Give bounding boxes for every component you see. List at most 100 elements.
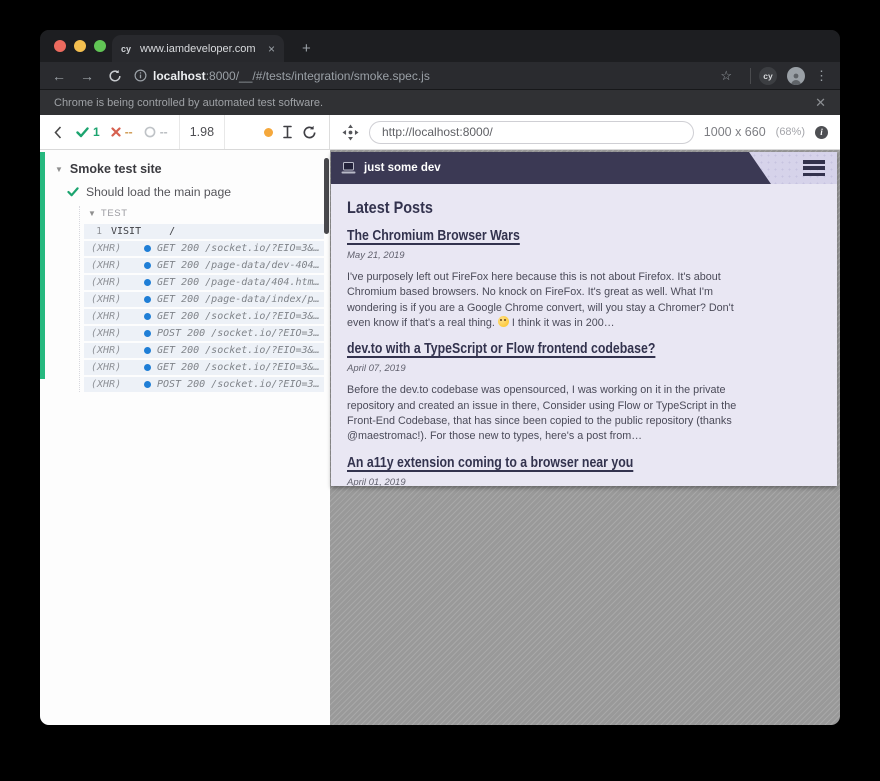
tab-close-icon[interactable]: × [262, 42, 275, 56]
command-row[interactable]: (XHR)GET 200 /socket.io/?EIO=3&… [84, 241, 324, 256]
command-row[interactable]: (XHR)GET 200 /page-data/dev-404… [84, 258, 324, 273]
suite-caret-icon[interactable]: ▼ [55, 165, 63, 174]
stat-passed[interactable]: 1 [76, 125, 100, 139]
article: The Chromium Browser Wars May 21, 2019 I'v… [347, 228, 749, 331]
app-url-field[interactable]: http://localhost:8000/ [369, 121, 694, 144]
test-row[interactable]: Should load the main page [67, 180, 324, 204]
command-message: POST 200 /socket.io/?EIO=3… [157, 328, 320, 339]
page-info-icon[interactable] [134, 69, 147, 82]
command-message: / [169, 226, 175, 237]
failed-count: -- [125, 125, 133, 139]
reporter-scrollbar[interactable] [324, 158, 329, 234]
page-title: Latest Posts [347, 198, 821, 218]
app-header-banner: just some dev [331, 152, 771, 184]
command-message: GET 200 /socket.io/?EIO=3&… [157, 345, 320, 356]
xhr-badge: (XHR) [91, 277, 126, 288]
test-duration: 1.98 [179, 115, 225, 149]
stat-failed[interactable]: -- [111, 125, 133, 139]
command-method: VISIT [111, 226, 141, 237]
viewport-info-icon[interactable]: i [815, 126, 828, 139]
xhr-dot-icon [144, 296, 151, 303]
chrome-menu-icon[interactable]: ⋮ [815, 68, 828, 84]
viewport-scale: (68%) [776, 126, 805, 138]
reporter-panel: ▼ Smoke test site Should load the main p… [40, 150, 330, 725]
traffic-lights [54, 40, 106, 52]
runner-header: 1 -- -- 1.98 [40, 115, 840, 150]
command-message: GET 200 /page-data/404.htm… [157, 277, 320, 288]
stat-pending[interactable]: -- [144, 125, 168, 139]
x-icon [111, 127, 121, 137]
automation-banner: Chrome is being controlled by automated … [40, 89, 840, 115]
article-excerpt: Before the dev.to codebase was opensourc… [347, 383, 749, 444]
article-excerpt: I've purposely left out FireFox here bec… [347, 270, 749, 331]
selector-playground-icon[interactable] [342, 124, 359, 141]
chrome-toolbar: ← → localhost:8000/__/#/tests/integratio… [40, 62, 840, 89]
app-header: just some dev [331, 152, 837, 184]
article-title-link[interactable]: dev.to with a TypeScript or Flow fronten… [347, 341, 749, 357]
command-row[interactable]: (XHR)POST 200 /socket.io/?EIO=3… [84, 326, 324, 341]
runner-content: ▼ Smoke test site Should load the main p… [40, 150, 840, 725]
forward-icon[interactable]: → [80, 69, 94, 83]
command-row[interactable]: (XHR)GET 200 /socket.io/?EIO=3&… [84, 343, 324, 358]
article-title-text: The Chromium Browser Wars [347, 228, 520, 244]
article-title-text: dev.to with a TypeScript or Flow fronten… [347, 341, 655, 357]
circle-icon [144, 126, 156, 138]
back-icon[interactable]: ← [52, 69, 66, 83]
xhr-badge: (XHR) [91, 243, 126, 254]
smiley-emoji-icon [498, 316, 509, 327]
auto-scroll-icon[interactable] [283, 125, 292, 139]
minimize-window-button[interactable] [74, 40, 86, 52]
reload-icon[interactable] [108, 69, 122, 83]
command-message: GET 200 /socket.io/?EIO=3&… [157, 362, 320, 373]
article: dev.to with a TypeScript or Flow fronten… [347, 341, 749, 444]
browser-tab[interactable]: cy www.iamdeveloper.com × [112, 35, 284, 62]
article-date: May 21, 2019 [347, 250, 749, 261]
command-row[interactable]: (XHR)POST 200 /socket.io/?EIO=3… [84, 377, 324, 392]
xhr-badge: (XHR) [91, 311, 126, 322]
new-tab-button[interactable]: + [296, 38, 317, 59]
command-message: GET 200 /page-data/index/p… [157, 294, 320, 305]
hamburger-menu-icon[interactable] [803, 160, 825, 179]
viewport-size: 1000 x 660 [704, 125, 766, 139]
banner-close-icon[interactable]: ✕ [815, 95, 826, 111]
url-path: :8000/__/#/tests/integration/smoke.spec.… [206, 69, 430, 83]
command-log: 1 VISIT / (XHR) GET 200 /socket.io/?EIO=3&… (… [84, 224, 324, 392]
close-window-button[interactable] [54, 40, 66, 52]
command-row[interactable]: (XHR)GET 200 /socket.io/?EIO=3&… [84, 360, 324, 375]
address-bar[interactable]: localhost:8000/__/#/tests/integration/sm… [153, 69, 430, 83]
article-title-text: An a11y extension coming to a browser ne… [347, 455, 633, 471]
collapse-reporter-icon[interactable] [54, 126, 62, 139]
cypress-extension-icon[interactable]: cy [759, 67, 777, 85]
preview-pane: just some dev Latest Posts The Chromium … [330, 150, 840, 725]
profile-avatar[interactable] [787, 67, 805, 85]
bookmark-star-icon[interactable]: ☆ [720, 68, 732, 84]
attempt-caret-icon[interactable]: ▼ [88, 209, 96, 218]
command-number: 1 [84, 226, 102, 237]
site-brand[interactable]: just some dev [364, 162, 441, 174]
screenshot-stage: cy www.iamdeveloper.com × + ← → localhos… [0, 0, 880, 781]
suite-row[interactable]: ▼ Smoke test site [55, 158, 324, 180]
zoom-window-button[interactable] [94, 40, 106, 52]
article-title-link[interactable]: The Chromium Browser Wars [347, 228, 749, 244]
reporter-header: 1 -- -- 1.98 [40, 115, 330, 149]
automation-banner-text: Chrome is being controlled by automated … [54, 97, 815, 109]
browser-window: cy www.iamdeveloper.com × + ← → localhos… [40, 30, 840, 725]
command-message: POST 200 /socket.io/?EIO=3… [157, 379, 320, 390]
restart-tests-icon[interactable] [302, 125, 317, 140]
xhr-dot-icon [144, 279, 151, 286]
command-row[interactable]: (XHR) GET 200 /socket.io/?EIO=3&… [84, 309, 324, 324]
xhr-dot-icon [144, 313, 151, 320]
test-title: Should load the main page [86, 185, 231, 199]
command-row[interactable]: (XHR)GET 200 /page-data/index/p… [84, 292, 324, 307]
window-titlebar: cy www.iamdeveloper.com × + [40, 30, 840, 62]
xhr-dot-icon [144, 262, 151, 269]
article-title-link[interactable]: An a11y extension coming to a browser ne… [347, 455, 749, 471]
command-row[interactable]: 1 VISIT / [84, 224, 324, 239]
command-message: GET 200 /socket.io/?EIO=3&… [157, 311, 320, 322]
attempt-label: TEST [101, 208, 128, 219]
article-list: The Chromium Browser Wars May 21, 2019 I'v… [347, 228, 821, 486]
command-row[interactable]: (XHR) GET 200 /page-data/404.htm… [84, 275, 324, 290]
preview-header: http://localhost:8000/ 1000 x 660 (68%) … [330, 115, 840, 149]
attempt-header[interactable]: ▼ TEST [84, 206, 324, 224]
article: An a11y extension coming to a browser ne… [347, 455, 749, 486]
